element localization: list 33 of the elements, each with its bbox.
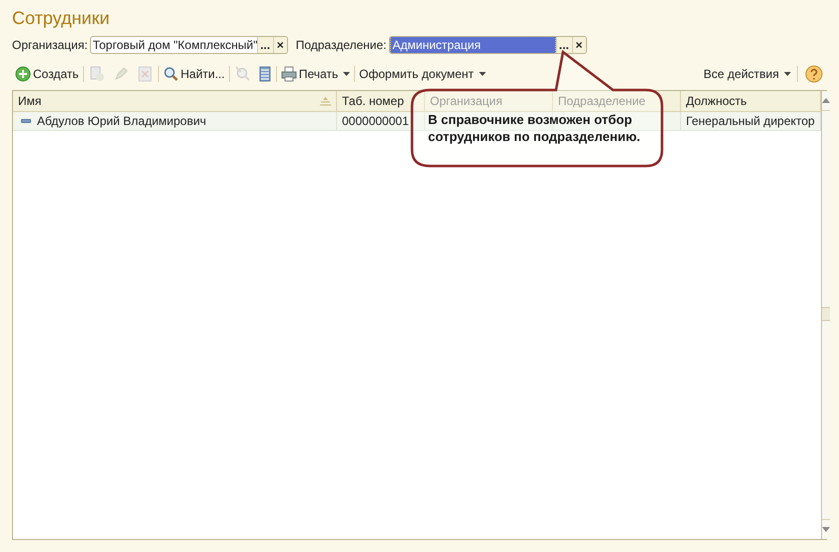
table-cell-text: Абдулов Юрий Владимирович <box>37 113 206 130</box>
item-icon <box>21 119 31 123</box>
scrollbar[interactable] <box>820 91 830 539</box>
field-label: Организация: <box>12 37 88 54</box>
filter-field[interactable]: Администрация ... × <box>388 36 586 54</box>
clear-button[interactable]: × <box>272 37 287 53</box>
clear-button[interactable]: × <box>572 37 586 53</box>
toolbar-button[interactable]: Найти... <box>160 64 228 84</box>
caret-icon <box>343 72 350 76</box>
menu-button[interactable]: Печать <box>278 64 354 84</box>
select-button[interactable]: ... <box>256 37 273 53</box>
help-icon[interactable] <box>805 65 823 83</box>
list-icon[interactable] <box>258 66 271 82</box>
printer-icon <box>280 66 297 82</box>
plus-icon <box>15 66 31 82</box>
field-label: Подразделение: <box>296 37 386 54</box>
search-icon <box>162 66 179 82</box>
scroll-down-icon[interactable] <box>822 527 830 532</box>
column-header[interactable]: Имя <box>13 91 337 111</box>
window-title: Сотрудники <box>12 7 110 30</box>
caret-icon <box>478 72 486 76</box>
column-header[interactable]: Таб. номер <box>337 91 425 111</box>
menu-button[interactable]: Все действия <box>700 64 794 84</box>
select-button[interactable]: ... <box>556 37 572 53</box>
menu-button[interactable]: Оформить документ <box>356 64 489 84</box>
scroll-up-icon[interactable] <box>822 98 830 103</box>
scroll-thumb[interactable] <box>822 307 830 321</box>
sort-icon <box>320 96 331 106</box>
toolbar-button[interactable]: Создать <box>12 64 82 84</box>
table-cell: 0000000001 <box>337 112 425 130</box>
caret-icon <box>784 72 791 76</box>
callout-text: В справочнике возможен отбор сотрудников по подразделению. <box>428 111 642 145</box>
filter-field[interactable]: Торговый дом "Комплексный" ... × <box>90 36 288 54</box>
